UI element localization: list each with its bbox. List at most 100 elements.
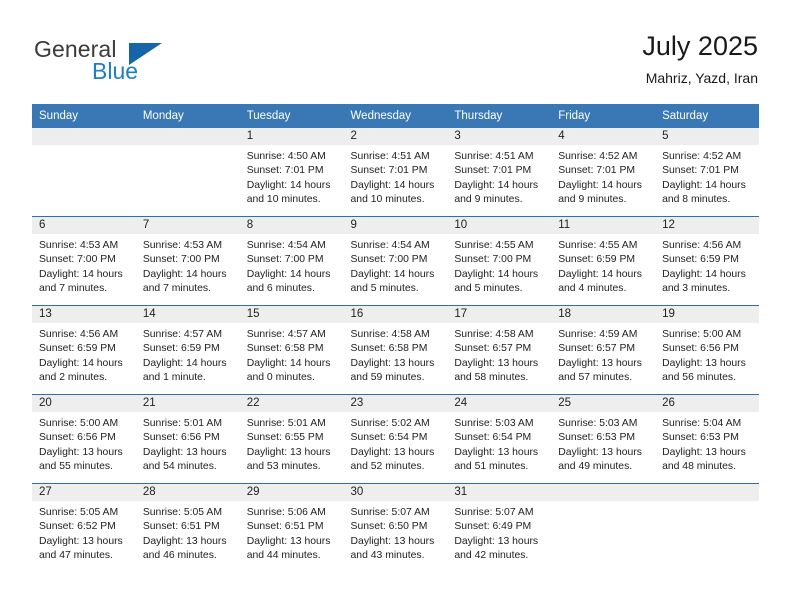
day-details: Sunrise: 4:51 AM Sunset: 7:01 PM Daylight:…	[447, 145, 551, 208]
sunrise-text: Sunrise: 4:59 AM	[558, 329, 638, 340]
sunset-text: Sunset: 6:59 PM	[39, 343, 116, 355]
calendar-day-cell[interactable]: 21 Sunrise: 5:01 AM Sunset: 6:56 PM Dayligh…	[135, 394, 240, 484]
calendar-day-cell[interactable]: 8 Sunrise: 4:54 AM Sunset: 7:00 PM Daylight…	[239, 216, 344, 306]
calendar-day-cell-empty	[655, 483, 759, 572]
day-number: 24	[447, 395, 552, 412]
day-number	[135, 128, 240, 145]
day-cell-inner: 23 Sunrise: 5:02 AM Sunset: 6:54 PM Dayligh…	[343, 395, 448, 483]
daylight-text-cont: and 7 minutes.	[39, 283, 108, 295]
sunrise-text: Sunrise: 4:50 AM	[246, 151, 326, 162]
calendar-day-cell[interactable]: 7 Sunrise: 4:53 AM Sunset: 7:00 PM Daylight…	[135, 216, 240, 306]
sunset-text: Sunset: 6:53 PM	[558, 432, 636, 444]
calendar-day-cell[interactable]: 2 Sunrise: 4:51 AM Sunset: 7:01 PM Daylight…	[343, 128, 448, 217]
day-number: 21	[135, 395, 240, 412]
day-details: Sunrise: 5:01 AM Sunset: 6:55 PM Daylight:…	[240, 412, 344, 475]
daylight-text: Daylight: 14 hours	[454, 268, 539, 280]
weekday-header-sunday: Sunday	[32, 104, 136, 128]
calendar-day-cell[interactable]: 15 Sunrise: 4:57 AM Sunset: 6:58 PM Dayligh…	[239, 305, 344, 395]
daylight-text: Daylight: 13 hours	[246, 446, 331, 458]
daylight-text-cont: and 53 minutes.	[246, 461, 321, 473]
daylight-text: Daylight: 13 hours	[454, 357, 539, 369]
daylight-text: Daylight: 14 hours	[142, 357, 227, 369]
calendar-day-cell[interactable]: 1 Sunrise: 4:50 AM Sunset: 7:01 PM Daylight…	[239, 128, 344, 217]
day-cell-inner: 14 Sunrise: 4:57 AM Sunset: 6:59 PM Dayligh…	[135, 306, 240, 394]
daylight-text-cont: and 7 minutes.	[142, 283, 212, 295]
daylight-text: Daylight: 14 hours	[39, 357, 123, 369]
day-details	[32, 145, 136, 150]
day-number	[655, 484, 759, 501]
day-details: Sunrise: 5:03 AM Sunset: 6:54 PM Daylight:…	[447, 412, 551, 475]
calendar-day-cell[interactable]: 17 Sunrise: 4:58 AM Sunset: 6:57 PM Dayligh…	[447, 305, 552, 395]
sunset-text: Sunset: 6:50 PM	[350, 521, 428, 533]
calendar-week-row: 13 Sunrise: 4:56 AM Sunset: 6:59 PM Dayligh…	[32, 305, 759, 395]
daylight-text-cont: and 5 minutes.	[350, 283, 419, 295]
calendar-day-cell[interactable]: 4 Sunrise: 4:52 AM Sunset: 7:01 PM Daylight…	[551, 128, 656, 217]
day-details: Sunrise: 4:54 AM Sunset: 7:00 PM Daylight:…	[240, 234, 344, 297]
calendar-day-cell[interactable]: 25 Sunrise: 5:03 AM Sunset: 6:53 PM Dayligh…	[551, 394, 656, 484]
day-number: 15	[239, 306, 344, 323]
day-details: Sunrise: 4:56 AM Sunset: 6:59 PM Daylight:…	[32, 323, 136, 386]
title-block: July 2025 Mahriz, Yazd, Iran	[642, 30, 758, 88]
day-cell-inner: 27 Sunrise: 5:05 AM Sunset: 6:52 PM Dayligh…	[32, 484, 136, 572]
calendar-day-cell[interactable]: 20 Sunrise: 5:00 AM Sunset: 6:56 PM Dayligh…	[32, 394, 136, 484]
day-number: 20	[32, 395, 136, 412]
calendar-day-cell[interactable]: 10 Sunrise: 4:55 AM Sunset: 7:00 PM Dayligh…	[447, 216, 552, 306]
calendar-day-cell[interactable]: 11 Sunrise: 4:55 AM Sunset: 6:59 PM Dayligh…	[551, 216, 656, 306]
calendar-day-cell[interactable]: 22 Sunrise: 5:01 AM Sunset: 6:55 PM Dayligh…	[239, 394, 344, 484]
calendar-day-cell[interactable]: 31 Sunrise: 5:07 AM Sunset: 6:49 PM Dayligh…	[447, 483, 552, 572]
sunset-text: Sunset: 6:57 PM	[454, 343, 532, 355]
daylight-text: Daylight: 13 hours	[350, 446, 435, 458]
calendar-day-cell[interactable]: 29 Sunrise: 5:06 AM Sunset: 6:51 PM Dayligh…	[239, 483, 344, 572]
calendar-day-cell[interactable]: 16 Sunrise: 4:58 AM Sunset: 6:58 PM Dayligh…	[343, 305, 448, 395]
daylight-text: Daylight: 14 hours	[39, 268, 123, 280]
calendar-day-cell[interactable]: 19 Sunrise: 5:00 AM Sunset: 6:56 PM Dayligh…	[655, 305, 759, 395]
calendar-day-cell[interactable]: 26 Sunrise: 5:04 AM Sunset: 6:53 PM Dayligh…	[655, 394, 759, 484]
calendar-day-cell[interactable]: 9 Sunrise: 4:54 AM Sunset: 7:00 PM Daylight…	[343, 216, 448, 306]
calendar-day-cell[interactable]: 18 Sunrise: 4:59 AM Sunset: 6:57 PM Dayligh…	[551, 305, 656, 395]
calendar-day-cell[interactable]: 30 Sunrise: 5:07 AM Sunset: 6:50 PM Dayligh…	[343, 483, 448, 572]
calendar-day-cell[interactable]: 12 Sunrise: 4:56 AM Sunset: 6:59 PM Dayligh…	[655, 216, 759, 306]
day-number: 10	[447, 217, 552, 234]
calendar-day-cell[interactable]: 13 Sunrise: 4:56 AM Sunset: 6:59 PM Dayligh…	[32, 305, 136, 395]
calendar-day-cell[interactable]: 27 Sunrise: 5:05 AM Sunset: 6:52 PM Dayligh…	[32, 483, 136, 572]
day-cell-inner: 10 Sunrise: 4:55 AM Sunset: 7:00 PM Dayligh…	[447, 217, 552, 305]
day-details: Sunrise: 4:58 AM Sunset: 6:58 PM Daylight:…	[344, 323, 448, 386]
sunset-text: Sunset: 7:01 PM	[246, 165, 324, 177]
day-details: Sunrise: 4:59 AM Sunset: 6:57 PM Daylight:…	[551, 323, 655, 386]
day-cell-inner: 30 Sunrise: 5:07 AM Sunset: 6:50 PM Dayligh…	[343, 484, 448, 572]
sunset-text: Sunset: 6:51 PM	[142, 521, 220, 533]
sunrise-text: Sunrise: 5:04 AM	[662, 418, 742, 429]
general-blue-logo[interactable]: General Blue	[34, 36, 264, 92]
calendar-day-cell[interactable]: 14 Sunrise: 4:57 AM Sunset: 6:59 PM Dayligh…	[135, 305, 240, 395]
day-number: 2	[343, 128, 448, 145]
calendar-day-cell[interactable]: 6 Sunrise: 4:53 AM Sunset: 7:00 PM Daylight…	[32, 216, 136, 306]
sunset-text: Sunset: 6:54 PM	[350, 432, 428, 444]
day-cell-inner: 6 Sunrise: 4:53 AM Sunset: 7:00 PM Daylight…	[32, 217, 136, 305]
sunrise-text: Sunrise: 5:05 AM	[39, 507, 119, 518]
daylight-text: Daylight: 14 hours	[662, 268, 746, 280]
calendar-day-cell[interactable]: 24 Sunrise: 5:03 AM Sunset: 6:54 PM Dayligh…	[447, 394, 552, 484]
calendar-day-cell[interactable]: 23 Sunrise: 5:02 AM Sunset: 6:54 PM Dayligh…	[343, 394, 448, 484]
sunset-text: Sunset: 7:01 PM	[662, 165, 739, 177]
daylight-text: Daylight: 13 hours	[39, 446, 123, 458]
day-details: Sunrise: 4:52 AM Sunset: 7:01 PM Daylight:…	[655, 145, 759, 208]
weekday-header-tuesday: Tuesday	[239, 104, 344, 128]
daylight-text-cont: and 47 minutes.	[39, 550, 113, 562]
daylight-text: Daylight: 13 hours	[454, 446, 539, 458]
calendar-day-cell[interactable]: 3 Sunrise: 4:51 AM Sunset: 7:01 PM Daylight…	[447, 128, 552, 217]
daylight-text-cont: and 3 minutes.	[662, 283, 731, 295]
calendar-day-cell[interactable]: 28 Sunrise: 5:05 AM Sunset: 6:51 PM Dayligh…	[135, 483, 240, 572]
calendar-day-cell[interactable]: 5 Sunrise: 4:52 AM Sunset: 7:01 PM Daylight…	[655, 128, 759, 217]
sunrise-text: Sunrise: 4:58 AM	[350, 329, 430, 340]
weekday-header-thursday: Thursday	[447, 104, 552, 128]
day-details: Sunrise: 5:01 AM Sunset: 6:56 PM Daylight:…	[136, 412, 240, 475]
day-cell-inner: 24 Sunrise: 5:03 AM Sunset: 6:54 PM Dayligh…	[447, 395, 552, 483]
sunset-text: Sunset: 6:56 PM	[39, 432, 116, 444]
daylight-text: Daylight: 13 hours	[454, 535, 539, 547]
weekday-header-wednesday: Wednesday	[343, 104, 448, 128]
weekday-header-monday: Monday	[135, 104, 240, 128]
day-details: Sunrise: 4:56 AM Sunset: 6:59 PM Daylight:…	[655, 234, 759, 297]
daylight-text-cont: and 6 minutes.	[246, 283, 315, 295]
daylight-text-cont: and 55 minutes.	[39, 461, 113, 473]
day-cell-inner: 28 Sunrise: 5:05 AM Sunset: 6:51 PM Dayligh…	[135, 484, 240, 572]
